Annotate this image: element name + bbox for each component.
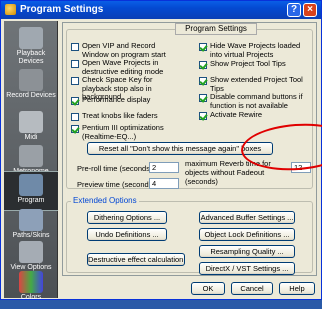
reset-dont-show-button[interactable]: Reset all "Don't show this message again… [87, 142, 273, 155]
settings-sidebar: Playback Devices Record Devices Midi Met… [4, 21, 58, 301]
checkbox[interactable] [71, 60, 79, 68]
option-label: Open VIP and Record Window on program st… [82, 41, 166, 59]
checkbox[interactable] [71, 97, 79, 105]
checkbox[interactable] [199, 94, 207, 102]
colors-icon [19, 271, 43, 293]
option-disable-command-buttons[interactable]: Disable command buttons if function is n… [199, 92, 311, 110]
checkbox[interactable] [71, 77, 79, 85]
sidebar-item-label: Playback Devices [16, 50, 46, 65]
cancel-button[interactable]: Cancel [231, 282, 273, 295]
checkbox[interactable] [199, 61, 207, 69]
option-activate-rewire[interactable]: Activate Rewire [199, 110, 311, 120]
midi-keyboard-icon [19, 111, 43, 133]
window-title: Program Settings [20, 4, 104, 15]
program-settings-window: Program Settings ? × Playback Devices Re… [0, 0, 322, 301]
checkbox[interactable] [199, 77, 207, 85]
option-open-vip-record[interactable]: Open VIP and Record Window on program st… [71, 41, 183, 59]
option-treat-knobs[interactable]: Treat knobs like faders [71, 111, 183, 121]
sidebar-item-record-devices[interactable]: Record Devices [4, 67, 58, 107]
speaker-icon [19, 27, 43, 49]
option-label: Disable command buttons if function is n… [210, 92, 303, 110]
microphone-icon [19, 69, 43, 91]
sidebar-item-label: Colors [20, 294, 42, 301]
preview-label: Preview time (seconds): [77, 180, 158, 189]
option-destructive-editing[interactable]: Open Wave Projects in destructive editin… [71, 58, 183, 76]
directx-vst-button[interactable]: DirectX / VST Settings ... [199, 262, 295, 275]
dithering-options-button[interactable]: Dithering Options ... [87, 211, 167, 224]
sidebar-item-label: Program [17, 197, 45, 204]
reverb-field[interactable]: 12 [291, 162, 311, 173]
resampling-quality-button[interactable]: Resampling Quality ... [199, 245, 295, 258]
extended-options-title: Extended Options [71, 196, 139, 205]
sidebar-item-colors[interactable]: Colors [4, 269, 58, 309]
checkbox[interactable] [71, 125, 79, 133]
paths-icon [19, 209, 43, 231]
metronome-icon [19, 145, 43, 167]
checkbox[interactable] [199, 112, 207, 120]
option-extended-tool-tips[interactable]: Show extended Project Tool Tips [199, 75, 311, 93]
advanced-buffer-button[interactable]: Advanced Buffer Settings ... [199, 211, 295, 224]
option-label: Show Project Tool Tips [210, 59, 286, 68]
checkbox[interactable] [71, 43, 79, 51]
sidebar-item-label: Record Devices [6, 92, 56, 99]
checkbox[interactable] [71, 113, 79, 121]
settings-panel: Program Settings Open VIP and Record Win… [62, 22, 322, 276]
sidebar-item-program[interactable]: Program [4, 171, 58, 211]
close-icon[interactable]: × [303, 3, 317, 17]
option-performance-display[interactable]: Performance display [71, 95, 183, 105]
option-pentium-optimizations[interactable]: Pentium III optimizations (Realtime-EQ..… [71, 123, 183, 141]
view-icon [19, 241, 43, 263]
title-bar: Program Settings ? × [1, 1, 321, 19]
ok-button[interactable]: OK [191, 282, 225, 295]
option-hide-wave-projects[interactable]: Hide Wave Projects loaded into virtual P… [199, 41, 311, 59]
option-label: Treat knobs like faders [82, 111, 158, 120]
object-lock-button[interactable]: Object Lock Definitions ... [199, 228, 295, 241]
sidebar-item-playback-devices[interactable]: Playback Devices [4, 25, 58, 65]
preroll-label: Pre-roll time (seconds): [77, 164, 155, 173]
program-icon [19, 174, 43, 196]
reverb-label: maximum Reverb time for objects without … [185, 159, 271, 186]
option-project-tool-tips[interactable]: Show Project Tool Tips [199, 59, 311, 69]
destructive-effect-button[interactable]: Destructive effect calculation... [87, 253, 185, 266]
program-settings-title: Program Settings [175, 23, 257, 35]
option-label: Pentium III optimizations (Realtime-EQ..… [82, 123, 164, 141]
preview-field[interactable]: 4 [149, 178, 179, 189]
help-icon[interactable]: ? [287, 3, 301, 17]
app-icon [5, 4, 16, 15]
option-label: Hide Wave Projects loaded into virtual P… [210, 41, 301, 59]
checkbox[interactable] [199, 43, 207, 51]
undo-definitions-button[interactable]: Undo Definitions ... [87, 228, 167, 241]
help-button[interactable]: Help [279, 282, 315, 295]
sidebar-item-label: Midi [24, 134, 38, 141]
option-label: Activate Rewire [210, 110, 263, 119]
preroll-field[interactable]: 2 [149, 162, 179, 173]
option-label: Performance display [82, 95, 151, 104]
option-label: Open Wave Projects in destructive editin… [82, 58, 164, 76]
option-label: Show extended Project Tool Tips [210, 75, 303, 93]
